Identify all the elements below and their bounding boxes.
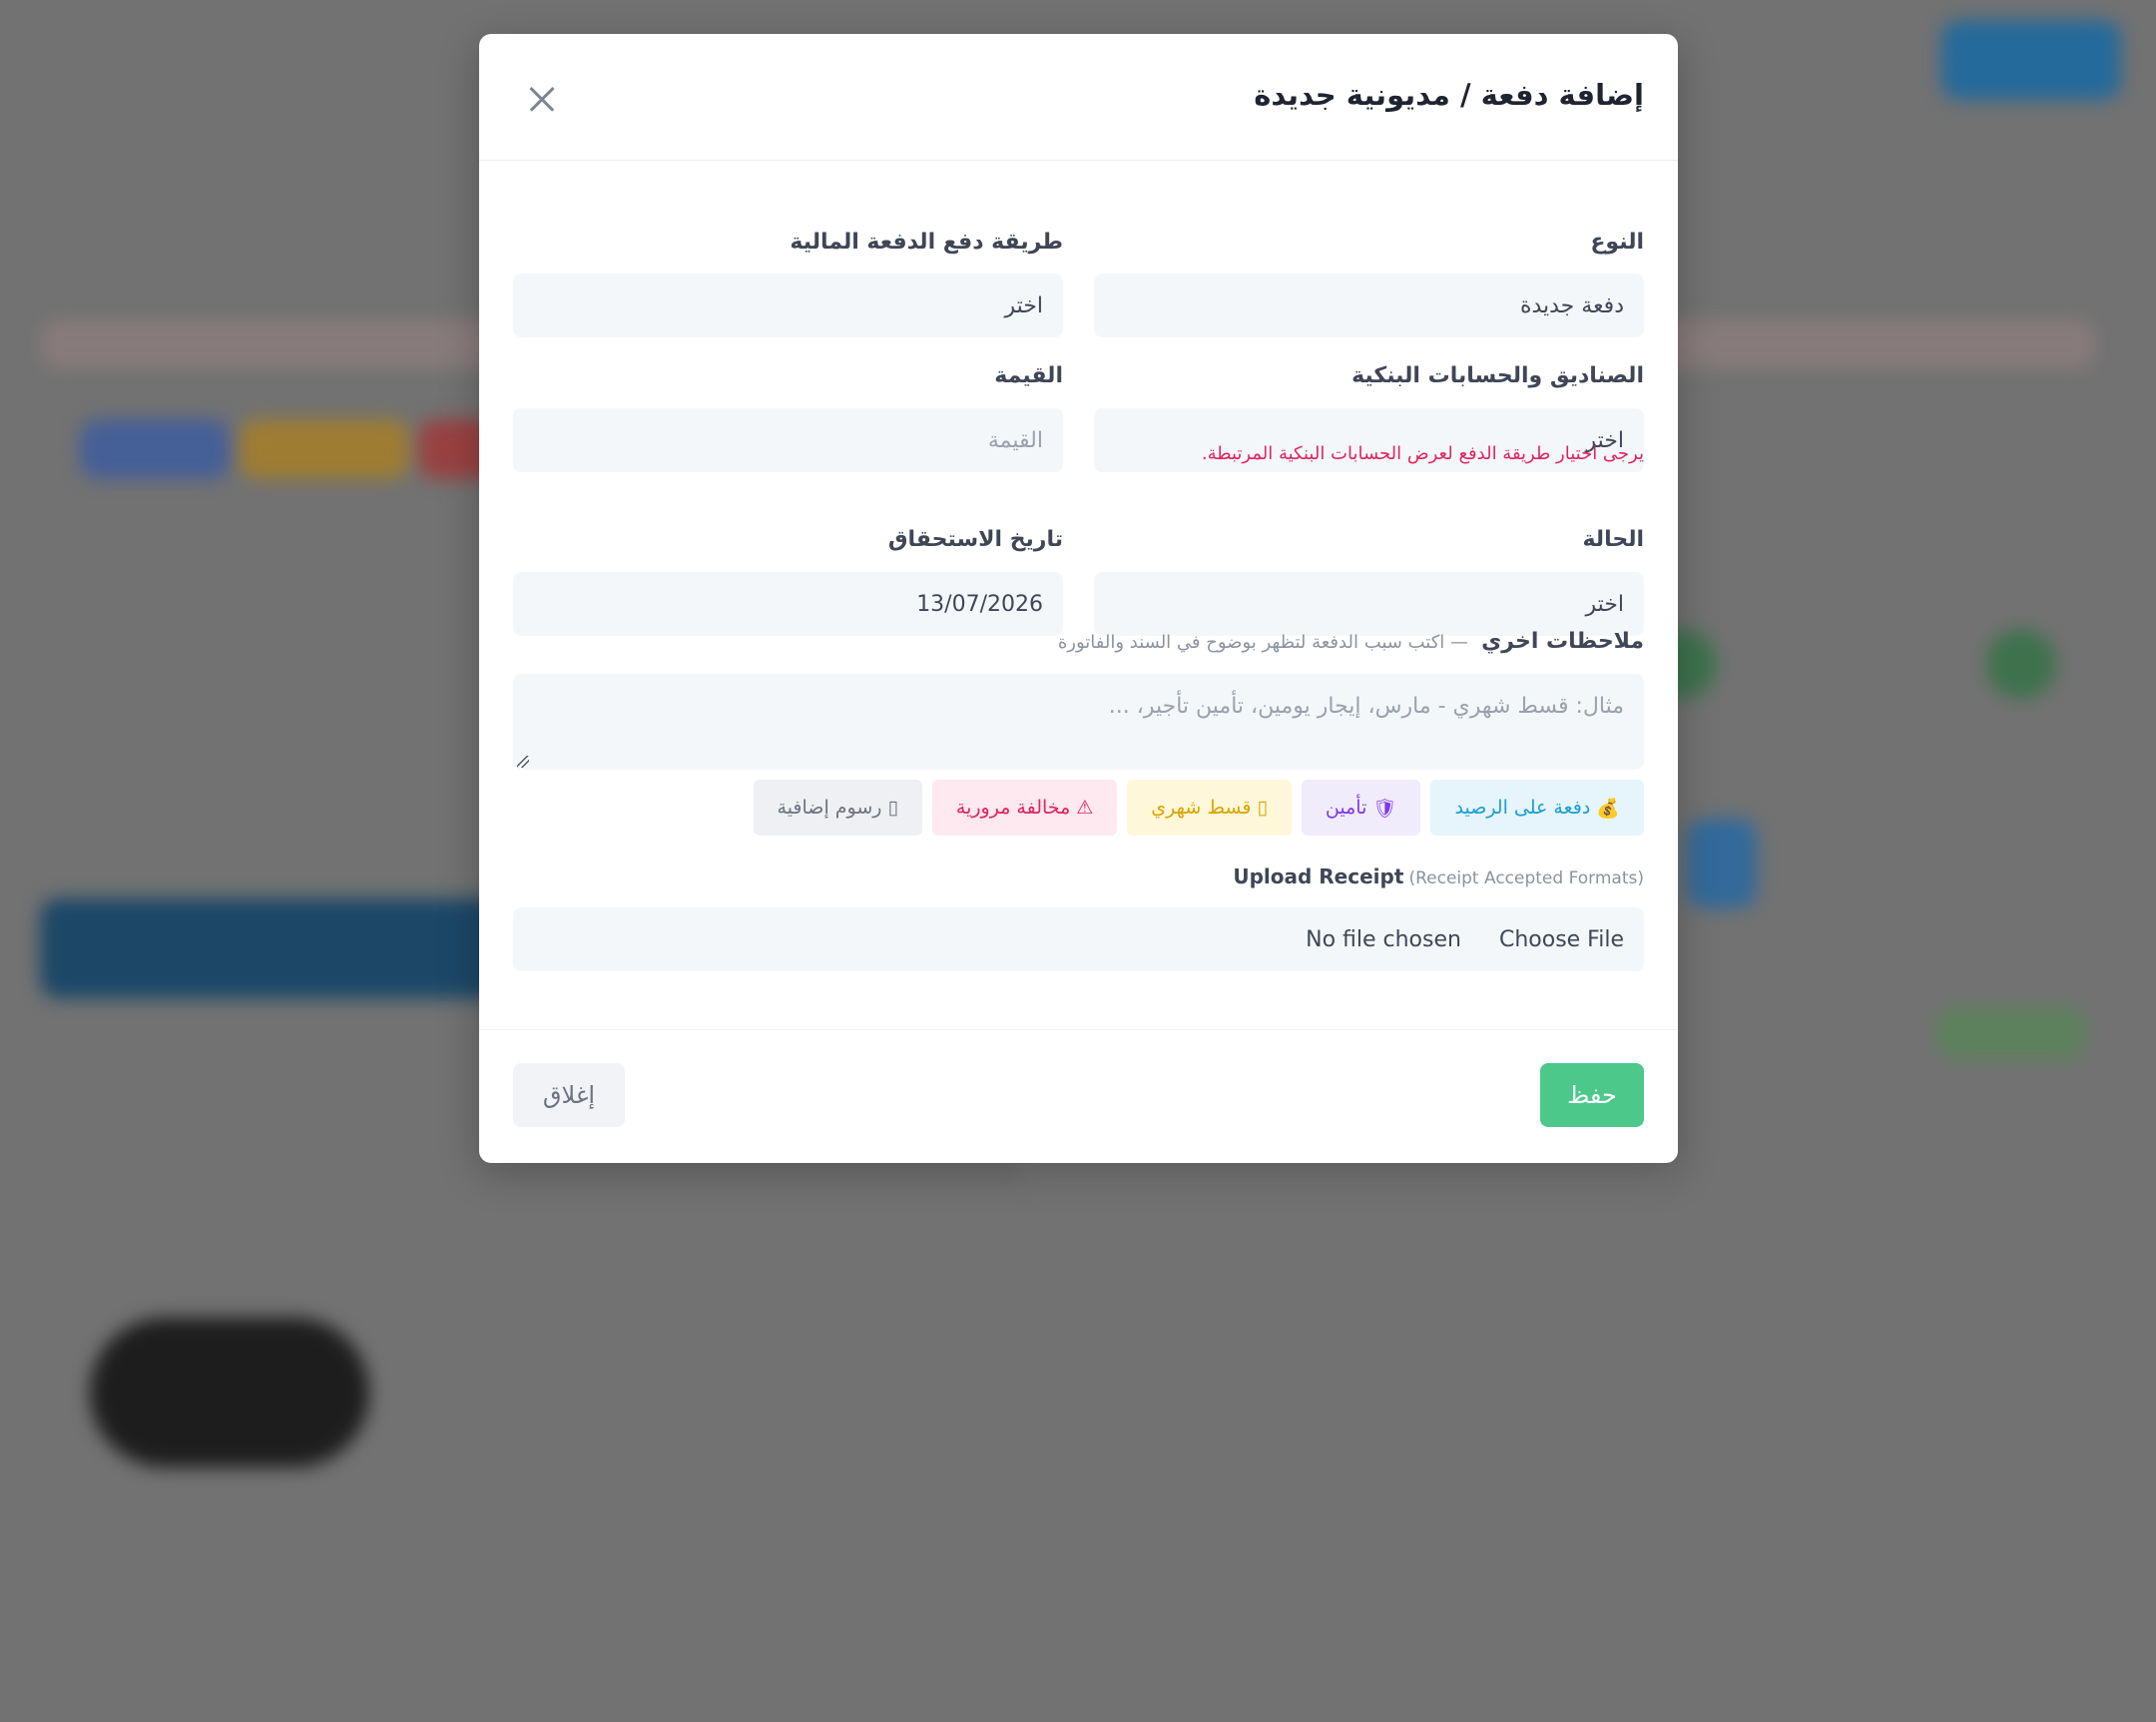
chip-label: دفعة على الرصيد — [1454, 797, 1591, 819]
type-select-value: دفعة جديدة — [1519, 292, 1624, 318]
upload-label-text: Upload Receipt — [1233, 864, 1404, 888]
chip-label: تأمين — [1325, 797, 1367, 819]
chip-label: رسوم إضافية — [777, 797, 882, 819]
type-label: النوع — [1590, 230, 1644, 255]
receipt-file-input[interactable]: Choose File No file chosen — [513, 907, 1644, 971]
boxes-error-message: يرجى اختيار طريقة الدفع لعرض الحسابات ال… — [1201, 443, 1644, 464]
due-date-input[interactable]: 13/07/2026 — [513, 572, 1063, 636]
payment-method-value: اختر — [1004, 292, 1044, 318]
modal-footer: حفظ إغلاق — [479, 1029, 1678, 1164]
money-bag-icon: 💰 — [1596, 797, 1620, 820]
status-select[interactable]: اختر — [1094, 572, 1644, 636]
chip-monthly-installment[interactable]: ▯ قسط شهري — [1127, 780, 1292, 836]
calendar-icon: ▯ — [1257, 797, 1268, 819]
quick-notes-chips: 💰 دفعة على الرصيد 🛡 تأمين ▯ قسط شهري ⚠ م… — [753, 780, 1644, 836]
choose-file-button[interactable]: Choose File — [1499, 927, 1624, 952]
amount-input[interactable]: القيمة — [513, 408, 1063, 472]
notes-label-text: ملاحظات اخري — [1481, 629, 1644, 654]
chip-label: مخالفة مرورية — [955, 797, 1071, 819]
status-label: الحالة — [1582, 527, 1644, 552]
amount-placeholder: القيمة — [987, 427, 1043, 453]
shield-icon: 🛡 — [1372, 797, 1397, 820]
notes-placeholder: مثال: قسط شهري - مارس، إيجار يومين، تأمي… — [1108, 694, 1624, 719]
chip-balance-payment[interactable]: 💰 دفعة على الرصيد — [1430, 780, 1644, 836]
close-button[interactable]: إغلاق — [513, 1063, 625, 1127]
notes-label: ملاحظات اخري — اكتب سبب الدفعة لتظهر بوض… — [1058, 629, 1644, 654]
save-button[interactable]: حفظ — [1540, 1063, 1644, 1127]
modal-header: إضافة دفعة / مديونية جديدة — [479, 34, 1678, 161]
boxes-label: الصناديق والحسابات البنكية — [1351, 363, 1644, 388]
warning-icon: ⚠ — [1076, 797, 1094, 819]
close-icon[interactable] — [529, 86, 555, 112]
file-status: No file chosen — [1306, 926, 1461, 952]
receipt-icon: ▯ — [887, 797, 898, 819]
add-payment-modal: إضافة دفعة / مديونية جديدة النوع دفعة جد… — [479, 34, 1678, 1163]
payment-method-select[interactable]: اختر — [513, 274, 1063, 337]
notes-hint: — اكتب سبب الدفعة لتظهر بوضوح في السند و… — [1057, 632, 1469, 653]
due-date-label: تاريخ الاستحقاق — [887, 527, 1063, 552]
payment-method-label: طريقة دفع الدفعة المالية — [790, 230, 1063, 255]
type-select[interactable]: دفعة جديدة — [1094, 274, 1644, 337]
chip-label: قسط شهري — [1151, 797, 1252, 819]
due-date-value: 13/07/2026 — [916, 591, 1043, 617]
upload-formats-hint: (Receipt Accepted Formats) — [1408, 868, 1644, 888]
status-select-value: اختر — [1585, 591, 1625, 617]
chip-traffic-violation[interactable]: ⚠ مخالفة مرورية — [931, 780, 1118, 836]
resize-handle-icon[interactable] — [517, 756, 529, 768]
chip-extra-fees[interactable]: ▯ رسوم إضافية — [753, 780, 922, 836]
notes-textarea[interactable]: مثال: قسط شهري - مارس، إيجار يومين، تأمي… — [513, 674, 1644, 770]
upload-label: Upload Receipt (Receipt Accepted Formats… — [1233, 864, 1644, 888]
modal-title: إضافة دفعة / مديونية جديدة — [1254, 78, 1644, 112]
amount-label: القيمة — [994, 363, 1063, 388]
chip-insurance[interactable]: 🛡 تأمين — [1301, 780, 1421, 836]
